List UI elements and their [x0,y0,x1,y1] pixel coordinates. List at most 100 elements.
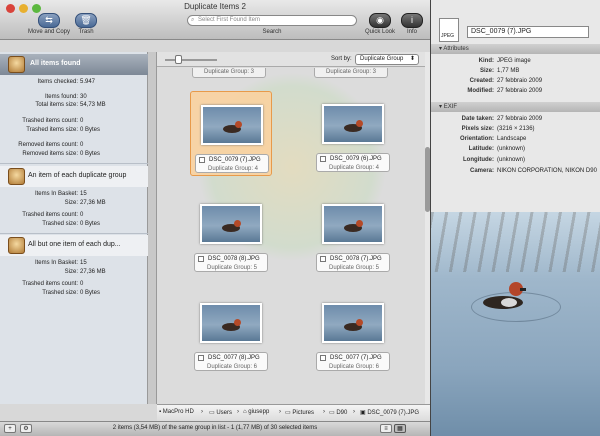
stat-value: 30 [80,94,87,100]
window-title: Duplicate Items 2 [184,2,246,11]
path-item-label: D90 [336,410,348,416]
quick-look-button[interactable]: ◉ Quick Look [364,13,396,35]
photo-thumbnail [201,105,263,145]
stat-value: 0 [80,142,84,148]
stat-label: Removed items count: [18,142,78,148]
photo-card-selected[interactable]: DSC_0079 (7).JPG Duplicate Group: 4 [190,91,272,176]
photo-label: DSC_0077 (7).JPG Duplicate Group: 6 [316,352,390,371]
stat-value: 15 [80,191,87,197]
sort-value: Duplicate Group [360,56,404,62]
photo-label: DSC_0077 (8).JPG Duplicate Group: 6 [194,352,268,371]
path-item-label: Pictures [292,410,315,416]
duck-flank [501,298,517,307]
path-item[interactable]: ▪ MacPro HD [159,409,194,415]
grid-view-icon[interactable]: ▦ [394,424,406,433]
zoom-slider[interactable] [165,59,217,61]
select-checkbox[interactable] [199,157,205,163]
search-icon: ⌕ [191,17,195,23]
select-checkbox[interactable] [198,355,204,361]
move-copy-button[interactable]: ⇆ Move and Copy [24,13,74,35]
attribute-value: 27 febbraio 2009 [497,88,543,94]
attribute-label: Created: [469,78,494,84]
all-items-found-section[interactable]: All items found [0,54,148,75]
stat-label: Trashed items count: [22,118,78,124]
exif-label: Longitude: [463,157,494,163]
attribute-label: Size: [479,68,494,74]
photo-card[interactable]: DSC_0078 (8).JPG Duplicate Group: 5 [190,191,272,276]
stat-row: Items checked: 5.947 [0,79,148,88]
attribute-row: Size: 1,77 MB [431,68,600,77]
photo-thumbnail [322,204,384,244]
attributes-title: Attributes [443,46,469,52]
stat-row: Removed items count: 0 [0,142,148,151]
attribute-row: Created: 27 febbraio 2009 [431,78,600,87]
file-name: DSC_0078 (7).JPG [330,256,382,262]
photo-card[interactable]: DSC_0077 (7).JPG Duplicate Group: 6 [312,290,394,375]
select-checkbox[interactable] [320,156,326,162]
exif-value: (unknown) [497,146,526,152]
photo-label: DSC_0079 (7).JPG Duplicate Group: 4 [195,154,269,173]
path-bar: ▪ MacPro HD › ▭ Users › ⌂ giusepp › ▭ Pi… [157,404,430,421]
group-label: Duplicate Group: 6 [206,364,258,370]
stat-row: Size: 27,36 MB [0,200,148,209]
sort-select[interactable]: Duplicate Group ⬍ [355,54,419,65]
info-panel: JPEG DSC_0079 (7).JPG ▾ Attributes Kind:… [430,0,600,436]
path-item[interactable]: ▭ Pictures [285,409,314,416]
status-text: 2 items (3,54 MB) of the same group in l… [112,425,318,431]
stat-row: Trashed items size: 0 Bytes [0,127,148,136]
exif-label: Date taken: [461,116,494,122]
select-checkbox[interactable] [320,355,326,361]
select-checkbox[interactable] [198,256,204,262]
path-item[interactable]: ▣ DSC_0079 (7).JPG [360,409,419,416]
stat-row: Removed items size: 0 Bytes [0,151,148,160]
path-item[interactable]: ▭ Users [209,409,232,416]
exif-row: Pixels size: (3216 × 2136) [431,126,600,135]
filename-field[interactable]: DSC_0079 (7).JPG [467,26,589,38]
stat-label: Total items size: [35,102,78,108]
stat-row: Items In Basket: 15 [0,191,148,200]
exif-row: Longitude: (unknown) [431,157,600,166]
stat-label: Removed items size: [22,151,78,157]
stat-row: Trashed size: 0 Bytes [0,290,148,299]
filename-value: DSC_0079 (7).JPG [471,28,532,35]
folder-icon: ▭ [285,410,291,416]
stat-value: 0 Bytes [80,290,101,296]
attribute-row: Modified: 27 febbraio 2009 [431,88,600,97]
photo-card[interactable]: DSC_0077 (8).JPG Duplicate Group: 6 [190,290,272,375]
exif-header[interactable]: ▾ EXIF [431,102,600,112]
path-item[interactable]: ⌂ giusepp [243,409,269,415]
section-title: All items found [30,60,81,67]
attributes-header[interactable]: ▾ Attributes [431,44,600,54]
split-divider[interactable] [148,52,157,404]
group-label: Duplicate Group: 3 [192,68,266,78]
photo-card[interactable]: DSC_0079 (6).JPG Duplicate Group: 4 [312,91,394,176]
exif-value: Landscape [497,136,527,142]
zoom-slider-thumb[interactable] [175,55,182,64]
info-button[interactable]: i Info [398,13,426,35]
select-checkbox[interactable] [320,256,326,262]
path-separator-icon: › [237,409,239,415]
exif-label: Latitude: [468,146,494,152]
path-item[interactable]: ▭ D90 [329,409,347,416]
toolbar: Duplicate Items 2 ⇆ Move and Copy 🗑 Tras… [0,0,430,40]
each-group-section[interactable]: An item of each duplicate group [0,166,148,187]
photo-card[interactable]: DSC_0078 (7).JPG Duplicate Group: 5 [312,191,394,276]
exif-row: Latitude: (unknown) [431,146,600,155]
file-icon-label: JPEG [441,33,455,39]
group-label: Duplicate Group: 5 [328,265,380,271]
file-name: DSC_0077 (8).JPG [208,355,260,361]
exif-row: Camera: NIKON CORPORATION, NIKON D90 [431,168,600,177]
stat-label: Trashed items count: [22,212,78,218]
folder-icon: ▭ [329,410,335,416]
info-icon: i [401,13,423,28]
search-input[interactable]: ⌕ Select First Found Item [187,15,357,26]
attribute-value: JPEG image [497,58,531,64]
trash-button[interactable]: 🗑 Trash [72,13,100,35]
stat-value: 0 [80,212,84,218]
stat-value: 27,36 MB [80,200,106,206]
list-view-icon[interactable]: ≡ [380,424,392,433]
all-but-one-section[interactable]: All but one item of each dup... [0,235,148,256]
file-name: DSC_0077 (7).JPG [330,355,382,361]
exif-title: EXIF [443,104,458,110]
stat-label: Items In Basket: [34,191,78,197]
